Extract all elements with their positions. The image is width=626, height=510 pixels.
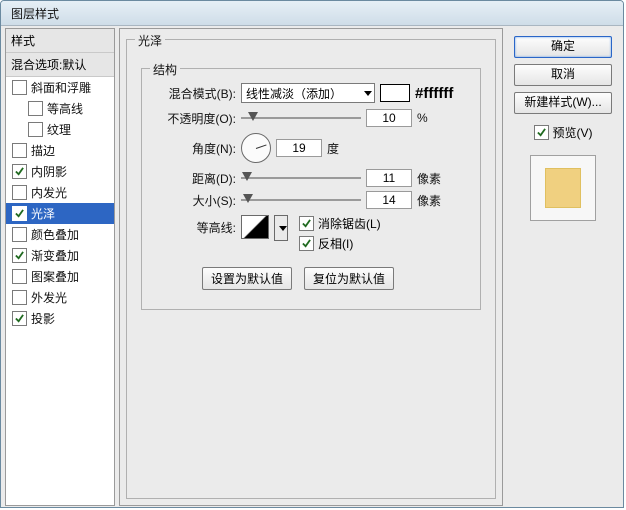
angle-value[interactable]: 19	[276, 139, 322, 157]
sidebar-item[interactable]: 投影	[6, 308, 114, 329]
cancel-button[interactable]: 取消	[514, 64, 612, 86]
outer-group-label: 光泽	[135, 32, 165, 49]
window-title: 图层样式	[11, 5, 59, 22]
checkbox-icon	[28, 122, 43, 137]
blend-mode-label: 混合模式(B):	[156, 85, 236, 102]
sidebar-item-label: 图案叠加	[31, 268, 79, 285]
sidebar-item-label: 描边	[31, 142, 55, 159]
styles-sidebar: 样式 混合选项:默认 斜面和浮雕等高线纹理描边内阴影内发光光泽颜色叠加渐变叠加图…	[5, 28, 115, 506]
sidebar-subheader[interactable]: 混合选项:默认	[6, 53, 114, 77]
sidebar-item-label: 渐变叠加	[31, 247, 79, 264]
sidebar-item-label: 纹理	[47, 121, 71, 138]
sidebar-item-label: 等高线	[47, 100, 83, 117]
sidebar-item-label: 外发光	[31, 289, 67, 306]
checkbox-icon	[12, 227, 27, 242]
new-style-button[interactable]: 新建样式(W)...	[514, 92, 612, 114]
ok-button[interactable]: 确定	[514, 36, 612, 58]
checkbox-icon	[12, 311, 27, 326]
size-value[interactable]: 14	[366, 191, 412, 209]
sidebar-item-label: 内发光	[31, 184, 67, 201]
opacity-value[interactable]: 10	[366, 109, 412, 127]
checkbox-icon	[12, 164, 27, 179]
antialias-checkbox[interactable]: 消除锯齿(L)	[299, 215, 381, 232]
antialias-label: 消除锯齿(L)	[318, 215, 381, 232]
contour-picker[interactable]	[274, 215, 288, 241]
contour-thumb[interactable]	[241, 215, 269, 239]
dropdown-icon	[364, 91, 372, 96]
preview-box	[530, 155, 596, 221]
sidebar-item-label: 颜色叠加	[31, 226, 79, 243]
main-panel: 光泽 结构 混合模式(B): 线性减淡（添加） #ffffff	[119, 28, 503, 506]
sidebar-item[interactable]: 斜面和浮雕	[6, 77, 114, 98]
reset-default-button[interactable]: 复位为默认值	[304, 267, 394, 290]
right-panel: 确定 取消 新建样式(W)... 预览(V)	[507, 28, 619, 506]
color-swatch[interactable]	[380, 84, 410, 102]
checkbox-icon	[299, 216, 314, 231]
angle-unit: 度	[327, 140, 339, 157]
sidebar-item[interactable]: 描边	[6, 140, 114, 161]
sidebar-item[interactable]: 图案叠加	[6, 266, 114, 287]
checkbox-icon	[12, 143, 27, 158]
angle-dial[interactable]	[241, 133, 271, 163]
checkbox-icon	[12, 206, 27, 221]
size-slider[interactable]	[241, 192, 361, 208]
checkbox-icon	[12, 248, 27, 263]
angle-label: 角度(N):	[156, 140, 236, 157]
structure-group-label: 结构	[150, 61, 180, 78]
opacity-label: 不透明度(O):	[156, 110, 236, 127]
sidebar-item-label: 内阴影	[31, 163, 67, 180]
sidebar-item-label: 投影	[31, 310, 55, 327]
sidebar-list: 斜面和浮雕等高线纹理描边内阴影内发光光泽颜色叠加渐变叠加图案叠加外发光投影	[6, 77, 114, 329]
outer-group: 光泽 结构 混合模式(B): 线性减淡（添加） #ffffff	[126, 39, 496, 499]
sidebar-item[interactable]: 内阴影	[6, 161, 114, 182]
checkbox-icon	[299, 236, 314, 251]
opacity-slider[interactable]	[241, 110, 361, 126]
sidebar-item[interactable]: 等高线	[6, 98, 114, 119]
titlebar: 图层样式	[1, 1, 623, 26]
distance-value[interactable]: 11	[366, 169, 412, 187]
checkbox-icon	[12, 80, 27, 95]
dialog-window: 图层样式 样式 混合选项:默认 斜面和浮雕等高线纹理描边内阴影内发光光泽颜色叠加…	[0, 0, 624, 508]
invert-checkbox[interactable]: 反相(I)	[299, 235, 381, 252]
invert-label: 反相(I)	[318, 235, 353, 252]
sidebar-item-label: 光泽	[31, 205, 55, 222]
blend-mode-select[interactable]: 线性减淡（添加）	[241, 83, 375, 103]
checkbox-icon	[12, 269, 27, 284]
checkbox-icon	[534, 125, 549, 140]
contour-label: 等高线:	[156, 215, 236, 236]
size-unit: 像素	[417, 192, 441, 209]
blend-mode-value: 线性减淡（添加）	[246, 85, 342, 102]
sidebar-item[interactable]: 光泽	[6, 203, 114, 224]
sidebar-item[interactable]: 外发光	[6, 287, 114, 308]
sidebar-item[interactable]: 纹理	[6, 119, 114, 140]
color-hex: #ffffff	[415, 85, 453, 102]
sidebar-header[interactable]: 样式	[6, 29, 114, 53]
dialog-body: 样式 混合选项:默认 斜面和浮雕等高线纹理描边内阴影内发光光泽颜色叠加渐变叠加图…	[1, 26, 623, 508]
sidebar-item[interactable]: 内发光	[6, 182, 114, 203]
distance-slider[interactable]	[241, 170, 361, 186]
checkbox-icon	[12, 290, 27, 305]
preview-swatch	[545, 168, 581, 208]
checkbox-icon	[28, 101, 43, 116]
size-label: 大小(S):	[156, 192, 236, 209]
opacity-unit: %	[417, 111, 428, 125]
sidebar-item[interactable]: 渐变叠加	[6, 245, 114, 266]
distance-unit: 像素	[417, 170, 441, 187]
preview-checkbox[interactable]: 预览(V)	[534, 124, 593, 141]
dropdown-icon	[279, 226, 287, 231]
distance-label: 距离(D):	[156, 170, 236, 187]
preview-label: 预览(V)	[553, 124, 593, 141]
sidebar-item-label: 斜面和浮雕	[31, 79, 91, 96]
sidebar-item[interactable]: 颜色叠加	[6, 224, 114, 245]
checkbox-icon	[12, 185, 27, 200]
structure-group: 结构 混合模式(B): 线性减淡（添加） #ffffff 不透明度(O):	[141, 68, 481, 310]
set-default-button[interactable]: 设置为默认值	[202, 267, 292, 290]
